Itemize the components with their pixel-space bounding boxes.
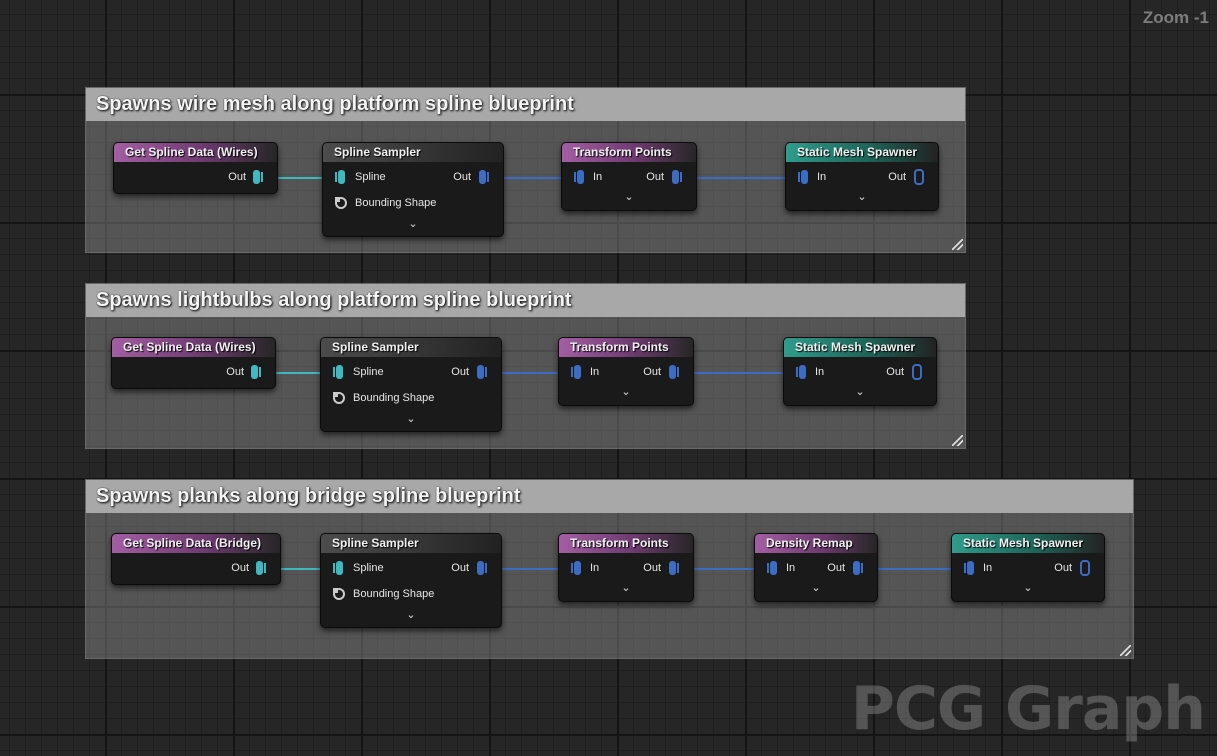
data-pin-icon[interactable] (475, 363, 489, 381)
node-title: Static Mesh Spawner (784, 338, 936, 357)
data-pin-icon[interactable] (251, 168, 265, 186)
data-pin-icon[interactable] (569, 559, 583, 577)
data-pin-icon[interactable] (477, 168, 491, 186)
input-pin-label: In (815, 366, 825, 378)
node-title: Transform Points (562, 143, 696, 162)
data-pin-icon[interactable] (670, 168, 684, 186)
chevron-down-icon[interactable]: ⌄ (619, 581, 633, 594)
input-pin-label: Bounding Shape (353, 392, 435, 404)
node-spline-sampler[interactable]: Spline Sampler Spline Out Bounding Shape… (320, 337, 502, 432)
input-pin-label: Bounding Shape (355, 197, 437, 209)
node-get-spline-data[interactable]: Get Spline Data (Wires) Out (111, 337, 276, 389)
data-pin-icon[interactable] (910, 363, 924, 381)
data-pin-icon[interactable] (962, 559, 976, 577)
resize-handle-icon[interactable] (952, 435, 963, 446)
data-pin-icon[interactable] (333, 168, 347, 186)
node-density-remap[interactable]: Density Remap In Out ⌄ (754, 533, 878, 602)
node-title: Density Remap (755, 534, 877, 553)
input-pin-label: In (786, 562, 796, 574)
chevron-down-icon[interactable]: ⌄ (855, 190, 869, 203)
comment-title[interactable]: Spawns lightbulbs along platform spline … (86, 284, 965, 317)
node-title: Static Mesh Spawner (952, 534, 1104, 553)
node-static-mesh-spawner[interactable]: Static Mesh Spawner In Out ⌄ (951, 533, 1105, 602)
chevron-down-icon[interactable]: ⌄ (404, 412, 418, 425)
chevron-down-icon[interactable]: ⌄ (1021, 581, 1035, 594)
data-pin-icon[interactable] (851, 559, 865, 577)
data-pin-icon[interactable] (254, 559, 268, 577)
chevron-down-icon[interactable]: ⌄ (622, 190, 636, 203)
node-static-mesh-spawner[interactable]: Static Mesh Spawner In Out ⌄ (785, 142, 939, 211)
node-transform-points[interactable]: Transform Points In Out ⌄ (561, 142, 697, 211)
input-pin-label: In (817, 171, 827, 183)
resize-handle-icon[interactable] (1120, 645, 1131, 656)
output-pin-label: Out (231, 562, 249, 574)
bounding-shape-pin-icon[interactable] (332, 587, 346, 601)
bounding-shape-pin-icon[interactable] (332, 391, 346, 405)
chevron-down-icon[interactable]: ⌄ (853, 385, 867, 398)
data-pin-icon[interactable] (667, 559, 681, 577)
input-pin-label: In (590, 366, 600, 378)
input-pin-label: Spline (353, 366, 384, 378)
data-pin-icon[interactable] (331, 363, 345, 381)
node-title: Transform Points (559, 534, 693, 553)
input-pin-label: Spline (355, 171, 386, 183)
node-title: Spline Sampler (321, 338, 501, 357)
data-pin-icon[interactable] (1078, 559, 1092, 577)
node-title: Get Spline Data (Wires) (114, 143, 277, 162)
node-title: Spline Sampler (321, 534, 501, 553)
node-title: Get Spline Data (Wires) (112, 338, 275, 357)
node-transform-points[interactable]: Transform Points In Out ⌄ (558, 337, 694, 406)
data-pin-icon[interactable] (794, 363, 808, 381)
output-pin-label: Out (451, 562, 469, 574)
output-pin-label: Out (228, 171, 246, 183)
node-transform-points[interactable]: Transform Points In Out ⌄ (558, 533, 694, 602)
output-pin-label: Out (643, 366, 661, 378)
input-pin-label: In (590, 562, 600, 574)
node-title: Static Mesh Spawner (786, 143, 938, 162)
graph-type-watermark: PCG Graph (850, 674, 1206, 744)
data-pin-icon[interactable] (572, 168, 586, 186)
node-spline-sampler[interactable]: Spline Sampler Spline Out Bounding Shape… (320, 533, 502, 628)
comment-title[interactable]: Spawns wire mesh along platform spline b… (86, 88, 965, 121)
output-pin-label: Out (451, 366, 469, 378)
node-static-mesh-spawner[interactable]: Static Mesh Spawner In Out ⌄ (783, 337, 937, 406)
data-pin-icon[interactable] (569, 363, 583, 381)
input-pin-label: In (593, 171, 603, 183)
chevron-down-icon[interactable]: ⌄ (619, 385, 633, 398)
data-pin-icon[interactable] (249, 363, 263, 381)
node-get-spline-data[interactable]: Get Spline Data (Bridge) Out (111, 533, 281, 585)
node-title: Get Spline Data (Bridge) (112, 534, 280, 553)
data-pin-icon[interactable] (765, 559, 779, 577)
input-pin-label: Spline (353, 562, 384, 574)
chevron-down-icon[interactable]: ⌄ (809, 581, 823, 594)
node-spline-sampler[interactable]: Spline Sampler Spline Out Bounding Shape… (322, 142, 504, 237)
input-pin-label: Bounding Shape (353, 588, 435, 600)
output-pin-label: Out (888, 171, 906, 183)
chevron-down-icon[interactable]: ⌄ (404, 608, 418, 621)
data-pin-icon[interactable] (796, 168, 810, 186)
comment-title[interactable]: Spawns planks along bridge spline bluepr… (86, 480, 1133, 513)
output-pin-label: Out (643, 562, 661, 574)
output-pin-label: Out (1054, 562, 1072, 574)
input-pin-label: In (983, 562, 993, 574)
output-pin-label: Out (646, 171, 664, 183)
resize-handle-icon[interactable] (952, 239, 963, 250)
chevron-down-icon[interactable]: ⌄ (406, 217, 420, 230)
output-pin-label: Out (886, 366, 904, 378)
output-pin-label: Out (453, 171, 471, 183)
data-pin-icon[interactable] (912, 168, 926, 186)
bounding-shape-pin-icon[interactable] (334, 196, 348, 210)
data-pin-icon[interactable] (667, 363, 681, 381)
zoom-level-label: Zoom -1 (1142, 8, 1209, 27)
data-pin-icon[interactable] (331, 559, 345, 577)
node-title: Transform Points (559, 338, 693, 357)
output-pin-label: Out (226, 366, 244, 378)
node-title: Spline Sampler (323, 143, 503, 162)
output-pin-label: Out (827, 562, 845, 574)
node-get-spline-data[interactable]: Get Spline Data (Wires) Out (113, 142, 278, 194)
data-pin-icon[interactable] (475, 559, 489, 577)
